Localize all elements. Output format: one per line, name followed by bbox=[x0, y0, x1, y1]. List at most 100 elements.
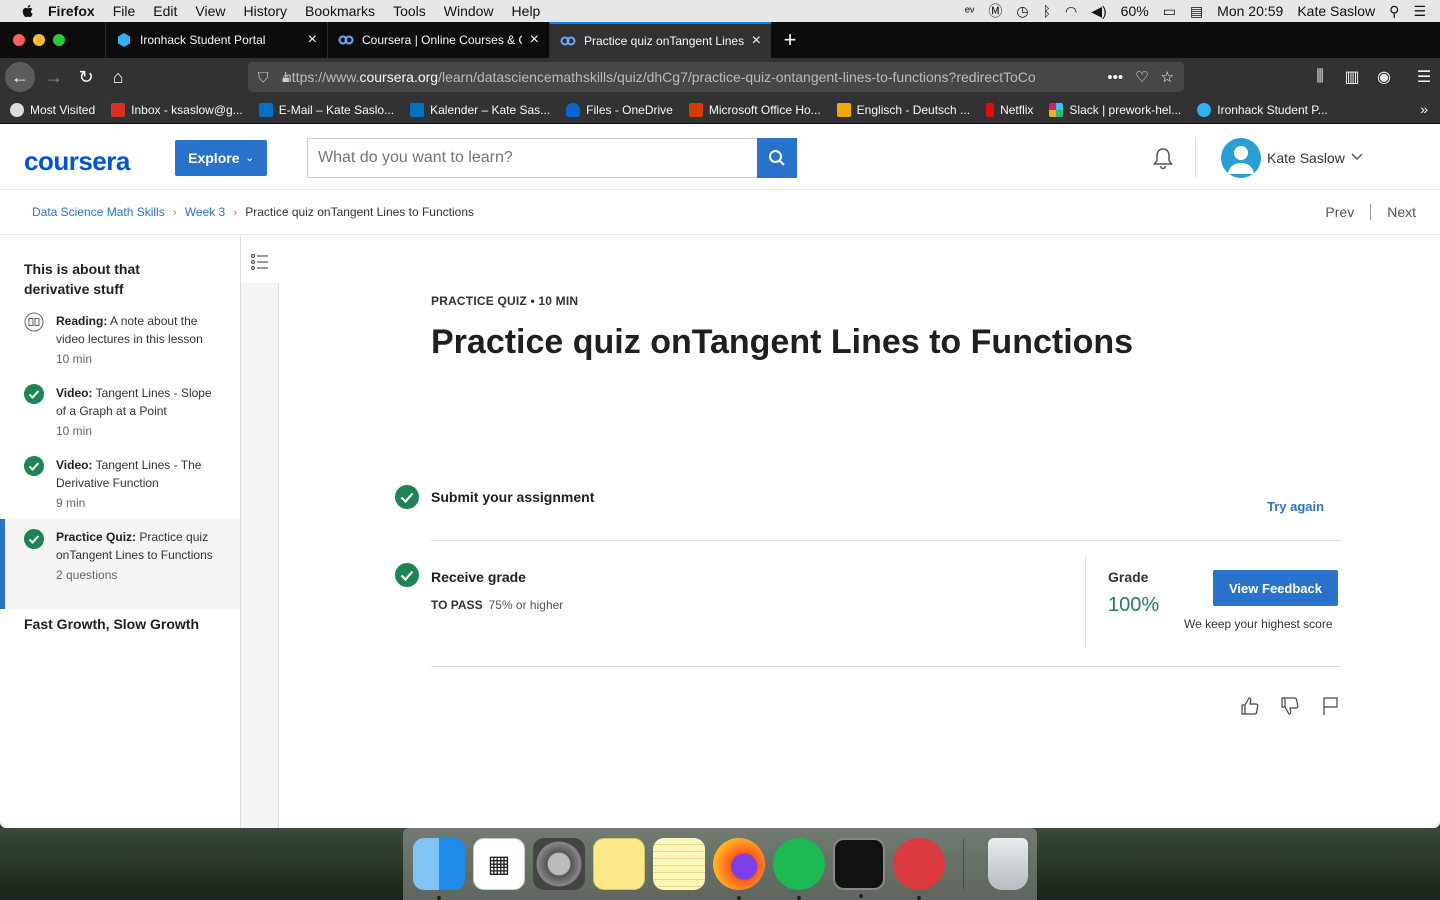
back-icon[interactable]: ← bbox=[5, 62, 35, 92]
check-icon bbox=[24, 529, 44, 549]
pocket-icon[interactable]: ♡ bbox=[1135, 68, 1148, 86]
bookmark-leo[interactable]: Englisch - Deutsch ... bbox=[836, 102, 970, 117]
flag-icon[interactable] bbox=[1319, 695, 1341, 717]
page-actions-icon[interactable]: ••• bbox=[1107, 69, 1123, 86]
view-feedback-button[interactable]: View Feedback bbox=[1213, 570, 1338, 606]
avatar[interactable] bbox=[1221, 138, 1261, 178]
trash-icon[interactable] bbox=[988, 838, 1028, 890]
lesson-title: This is about that derivative stuff bbox=[24, 261, 140, 297]
home-icon[interactable]: ⌂ bbox=[103, 62, 133, 92]
sidebar-item-reading[interactable]: Reading: A note about the video lectures… bbox=[0, 312, 240, 368]
bookmark-outlook-mail[interactable]: E-Mail – Kate Saslo... bbox=[258, 102, 394, 117]
sidebar-toggle-icon[interactable]: ▥ bbox=[1336, 67, 1368, 87]
bookmarks-overflow-icon[interactable]: » bbox=[1420, 101, 1428, 117]
reload-icon[interactable]: ↻ bbox=[71, 62, 101, 92]
coursera-icon bbox=[338, 35, 354, 45]
tab-ironhack[interactable]: Ironhack Student Portal × bbox=[105, 22, 327, 58]
zoom-window-button[interactable] bbox=[53, 34, 65, 46]
check-icon bbox=[24, 456, 44, 476]
bluetooth-icon[interactable]: ᛒ bbox=[1043, 3, 1051, 19]
menu-app-name[interactable]: Firefox bbox=[48, 3, 95, 19]
forward-icon[interactable]: → bbox=[39, 62, 69, 92]
thumbs-down-icon[interactable] bbox=[1279, 695, 1301, 717]
close-tab-icon[interactable]: × bbox=[308, 31, 317, 49]
battery-percent[interactable]: 60% bbox=[1121, 3, 1149, 19]
quiz-main: PRACTICE QUIZ • 10 MIN Practice quiz onT… bbox=[279, 235, 1440, 828]
sidebar-item-practice-quiz[interactable]: Practice Quiz: Practice quiz onTangent L… bbox=[0, 519, 240, 609]
hamburger-menu-icon[interactable]: ☰ bbox=[1408, 67, 1440, 87]
stickies-icon[interactable] bbox=[593, 838, 645, 890]
menubar-user[interactable]: Kate Saslow bbox=[1297, 3, 1375, 19]
terminal-icon[interactable] bbox=[833, 838, 885, 898]
menu-bookmarks[interactable]: Bookmarks bbox=[305, 3, 375, 19]
chevron-down-icon[interactable] bbox=[1351, 152, 1363, 162]
explore-button[interactable]: Explore ⌄ bbox=[175, 140, 267, 176]
account-icon[interactable]: ◉ bbox=[1368, 67, 1400, 87]
wifi-icon[interactable]: ◠ bbox=[1065, 3, 1077, 20]
tab-practice-quiz[interactable]: Practice quiz onTangent Lines t × bbox=[549, 22, 771, 58]
expressvpn-icon[interactable] bbox=[893, 838, 945, 900]
url-text[interactable]: https://www.coursera.org/learn/datascien… bbox=[284, 69, 1095, 85]
us-flag-icon[interactable]: ▤ bbox=[1190, 3, 1203, 20]
item-duration: 10 min bbox=[56, 352, 93, 366]
thumbs-up-icon[interactable] bbox=[1239, 695, 1261, 717]
spotlight-icon[interactable]: ⚲ bbox=[1389, 3, 1399, 20]
menu-view[interactable]: View bbox=[195, 3, 225, 19]
menu-file[interactable]: File bbox=[113, 3, 136, 19]
try-again-link[interactable]: Try again bbox=[1267, 499, 1324, 514]
tracking-shield-icon[interactable]: ⛉ bbox=[258, 69, 269, 86]
close-tab-icon[interactable]: × bbox=[530, 31, 539, 49]
menu-edit[interactable]: Edit bbox=[153, 3, 177, 19]
volume-icon[interactable]: ◀) bbox=[1091, 3, 1106, 20]
bookmark-gmail[interactable]: Inbox - ksaslow@g... bbox=[111, 102, 243, 117]
finder-icon[interactable] bbox=[413, 838, 465, 900]
apple-icon[interactable] bbox=[20, 3, 36, 19]
bookmark-onedrive[interactable]: Files - OneDrive bbox=[566, 102, 673, 117]
menu-tools[interactable]: Tools bbox=[393, 3, 426, 19]
notification-bell-icon[interactable] bbox=[1150, 146, 1176, 172]
bookmark-most-visited[interactable]: Most Visited bbox=[10, 102, 95, 117]
calendar-icon[interactable]: ▦ bbox=[473, 838, 525, 890]
time-machine-icon[interactable]: ◷ bbox=[1016, 3, 1028, 20]
coursera-logo[interactable]: coursera bbox=[24, 146, 130, 177]
battery-icon[interactable]: ▭ bbox=[1163, 3, 1176, 20]
firefox-icon[interactable] bbox=[713, 838, 765, 900]
menu-history[interactable]: History bbox=[243, 3, 287, 19]
spotify-icon[interactable] bbox=[773, 838, 825, 900]
notification-center-icon[interactable]: ☰ bbox=[1413, 3, 1426, 20]
user-name[interactable]: Kate Saslow bbox=[1267, 150, 1345, 166]
bookmark-ironhack[interactable]: Ironhack Student P... bbox=[1197, 102, 1328, 117]
new-tab-button[interactable]: + bbox=[771, 22, 809, 58]
bookmark-slack[interactable]: Slack | prework-hel... bbox=[1049, 102, 1181, 117]
sidebar-item-video-derivative[interactable]: Video: Tangent Lines - The Derivative Fu… bbox=[0, 456, 240, 512]
notes-icon[interactable] bbox=[653, 838, 705, 890]
prev-link[interactable]: Prev bbox=[1325, 204, 1354, 220]
breadcrumb-week-link[interactable]: Week 3 bbox=[185, 205, 225, 219]
breadcrumb-course-link[interactable]: Data Science Math Skills bbox=[32, 205, 165, 219]
close-tab-icon[interactable]: × bbox=[752, 32, 761, 50]
bookmark-star-icon[interactable]: ☆ bbox=[1161, 68, 1174, 86]
library-icon[interactable]: ⫼ bbox=[1304, 68, 1336, 86]
bookmark-outlook-calendar[interactable]: Kalender – Kate Sas... bbox=[410, 102, 550, 117]
outline-toggle-button[interactable] bbox=[241, 235, 279, 283]
malwarebytes-icon[interactable]: Ⓜ bbox=[988, 1, 1002, 21]
clock[interactable]: Mon 20:59 bbox=[1217, 3, 1283, 19]
lock-icon[interactable]: 🔒︎ bbox=[282, 69, 289, 86]
expressvpn-menu-icon[interactable]: ᵉᵛ bbox=[965, 3, 975, 19]
close-window-button[interactable] bbox=[13, 34, 25, 46]
search-input[interactable] bbox=[307, 138, 757, 178]
minimize-window-button[interactable] bbox=[33, 34, 45, 46]
search-button[interactable] bbox=[757, 138, 797, 178]
next-link[interactable]: Next bbox=[1387, 204, 1416, 220]
bookmark-office[interactable]: Microsoft Office Ho... bbox=[688, 102, 821, 117]
system-preferences-icon[interactable] bbox=[533, 838, 585, 890]
menu-window[interactable]: Window bbox=[444, 3, 494, 19]
bookmark-netflix[interactable]: Netflix bbox=[986, 102, 1033, 117]
tab-coursera-home[interactable]: Coursera | Online Courses & Cr × bbox=[327, 22, 549, 58]
sidebar-item-video-slope[interactable]: Video: Tangent Lines - Slope of a Graph … bbox=[0, 384, 240, 440]
next-lesson-title[interactable]: Fast Growth, Slow Growth bbox=[24, 616, 199, 632]
url-bar[interactable]: ⛉ 🔒︎ https://www.coursera.org/learn/data… bbox=[248, 62, 1184, 92]
menu-help[interactable]: Help bbox=[512, 3, 541, 19]
cloud-icon bbox=[566, 102, 581, 117]
item-duration: 10 min bbox=[56, 424, 93, 438]
